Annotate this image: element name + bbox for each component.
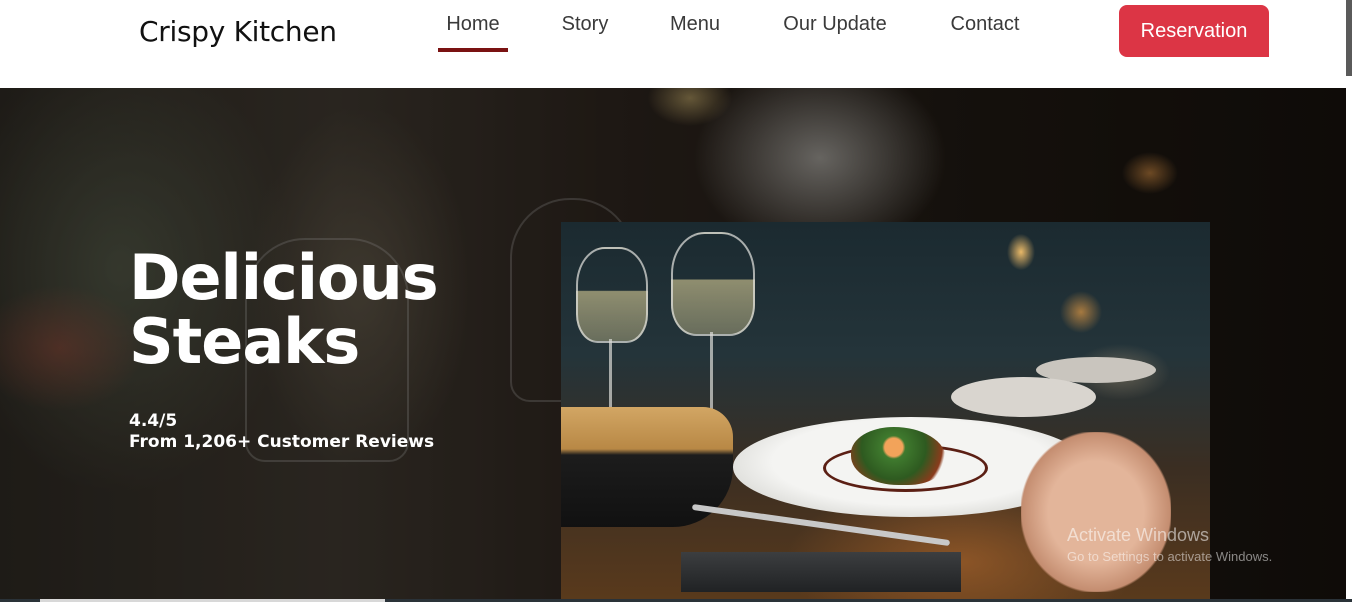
nav-our-update[interactable]: Our Update <box>778 11 892 51</box>
nav-contact[interactable]: Contact <box>944 11 1026 51</box>
hand-image <box>1021 432 1171 592</box>
nav-home[interactable]: Home <box>438 11 508 52</box>
nav-story[interactable]: Story <box>556 11 614 51</box>
scrollbar[interactable] <box>1346 0 1352 76</box>
wine-glass-image <box>576 247 648 343</box>
glass-stem <box>710 332 713 412</box>
activate-windows-title: Activate Windows <box>1067 525 1210 545</box>
rating-score: 4.4/5 <box>129 411 178 431</box>
navbar: Crispy Kitchen Home Story Menu Our Updat… <box>0 0 1352 88</box>
brand-logo-text[interactable]: Crispy Kitchen <box>139 15 337 48</box>
reservation-button[interactable]: Reservation <box>1119 5 1269 57</box>
hero-title: Delicious Steaks <box>129 241 439 378</box>
cutlery-image <box>681 552 961 592</box>
review-count: From 1,206+ Customer Reviews <box>129 432 435 452</box>
side-plate-image <box>951 377 1096 417</box>
activate-windows-subtitle: Go to Settings to activate Windows. <box>1067 549 1273 564</box>
glass-stem <box>609 339 612 409</box>
wine-glass-image <box>671 232 755 336</box>
nav-menu[interactable]: Menu <box>664 11 726 51</box>
